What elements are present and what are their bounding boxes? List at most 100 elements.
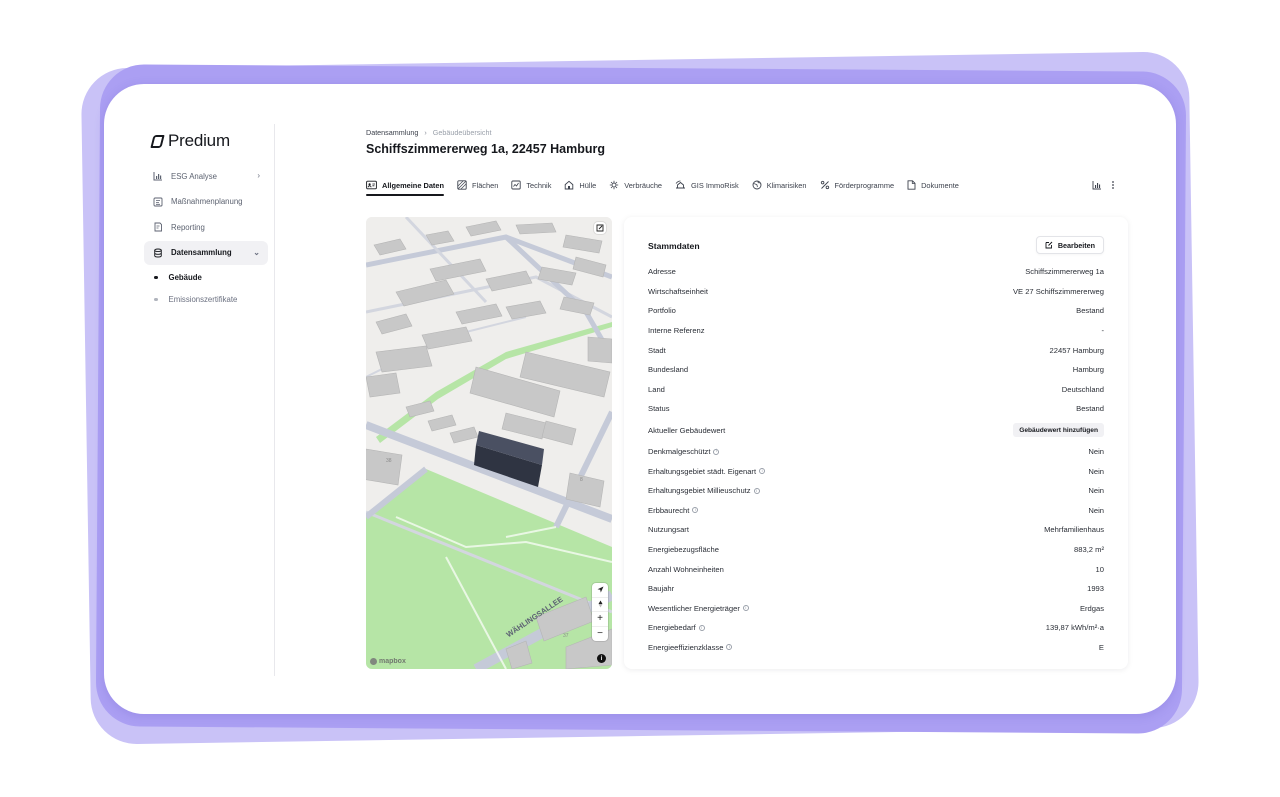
id-card-icon bbox=[366, 180, 377, 190]
info-icon[interactable]: i bbox=[753, 487, 760, 494]
app-window: Predium ESG Analyse › Maßnahmenplanung R… bbox=[104, 84, 1176, 714]
info-icon[interactable]: i bbox=[726, 644, 733, 651]
edit-button-label: Bearbeiten bbox=[1057, 240, 1095, 250]
breadcrumb-parent[interactable]: Datensammlung bbox=[366, 128, 418, 137]
chart-icon[interactable] bbox=[1092, 180, 1102, 190]
zoom-out-button[interactable]: − bbox=[592, 627, 608, 642]
field-value: Erdgas bbox=[1079, 603, 1104, 613]
more-vertical-icon[interactable] bbox=[1111, 180, 1115, 190]
tab-dokumente[interactable]: Dokumente bbox=[907, 176, 959, 194]
field-row-denkmalgeschuetzt: Denkmalgeschützt i Nein bbox=[648, 442, 1104, 462]
field-row-baujahr: Baujahr 1993 bbox=[648, 579, 1104, 599]
tab-label: Flächen bbox=[472, 180, 499, 190]
tab-label: Technik bbox=[526, 180, 552, 190]
field-label: Baujahr bbox=[648, 584, 675, 594]
map-info-button[interactable]: i bbox=[597, 654, 606, 663]
field-value: Nein bbox=[1088, 447, 1104, 457]
field-row-anzahl-wohneinheiten: Anzahl Wohneinheiten 10 bbox=[648, 559, 1104, 579]
tab-flaechen[interactable]: Flächen bbox=[457, 176, 498, 194]
screenshot-stage: Predium ESG Analyse › Maßnahmenplanung R… bbox=[0, 0, 1280, 797]
tab-label: Förderprogramme bbox=[834, 180, 895, 190]
field-value: Nein bbox=[1088, 486, 1104, 496]
field-label: Anzahl Wohneinheiten bbox=[648, 564, 724, 574]
edit-icon bbox=[1045, 241, 1053, 249]
mapbox-logo-icon bbox=[370, 658, 377, 665]
sidebar-item-esg-analyse[interactable]: ESG Analyse › bbox=[144, 164, 268, 188]
map-canvas: WÄHLINGSALLEE 37 8 38 bbox=[366, 217, 612, 669]
tab-label: Klimarisiken bbox=[766, 180, 807, 190]
document-icon bbox=[907, 180, 916, 190]
field-label: Wesentlicher Energieträger i bbox=[648, 604, 749, 613]
app-logo[interactable]: Predium bbox=[150, 131, 230, 151]
info-icon[interactable]: i bbox=[759, 468, 766, 475]
edit-button[interactable]: Bearbeiten bbox=[1035, 236, 1104, 254]
field-label: Adresse bbox=[648, 267, 676, 277]
sidebar-nav: ESG Analyse › Maßnahmenplanung Reporting bbox=[144, 164, 268, 310]
zoom-in-button[interactable]: + bbox=[592, 612, 608, 627]
field-label: Energieeffizienzklasse i bbox=[648, 642, 733, 652]
field-row-energiebezugsflaeche: Energiebezugsfläche 883,2 m² bbox=[648, 540, 1104, 560]
mapbox-label: mapbox bbox=[379, 658, 406, 665]
info-icon[interactable]: i bbox=[742, 605, 749, 612]
mapbox-attribution[interactable]: mapbox bbox=[370, 658, 406, 665]
field-label: Denkmalgeschützt i bbox=[648, 447, 720, 456]
stammdaten-panel: Stammdaten Bearbeiten Adresse Schiffszimm… bbox=[624, 217, 1128, 669]
field-label: Erhaltungsgebiet Millieuschutz i bbox=[648, 486, 760, 495]
tab-technik[interactable]: Technik bbox=[511, 176, 551, 194]
tab-foerderprogramme[interactable]: Förderprogramme bbox=[820, 176, 895, 194]
field-label: Energiebedarf i bbox=[648, 623, 705, 632]
sidebar-item-reporting[interactable]: Reporting bbox=[144, 215, 268, 239]
field-value: E bbox=[1098, 642, 1104, 652]
field-value: Deutschland bbox=[1061, 384, 1104, 394]
add-building-value-button[interactable]: Gebäudewert hinzufügen bbox=[1013, 423, 1104, 438]
field-value: Bestand bbox=[1076, 404, 1104, 414]
predium-logo-icon bbox=[150, 134, 165, 148]
field-value: 10 bbox=[1095, 564, 1104, 574]
percent-icon bbox=[820, 180, 829, 190]
sidebar-subitem-emissionszertifikate[interactable]: Emissionszertifikate bbox=[144, 288, 268, 310]
expand-map-icon[interactable] bbox=[594, 222, 606, 234]
field-value: Hamburg bbox=[1072, 365, 1104, 375]
house-number: 38 bbox=[386, 458, 392, 464]
info-icon[interactable]: i bbox=[713, 448, 720, 455]
sidebar-divider bbox=[274, 124, 275, 676]
sidebar-item-label: Datensammlung bbox=[171, 248, 232, 258]
tech-icon bbox=[511, 180, 521, 190]
field-label: Status bbox=[648, 404, 670, 414]
tab-allgemeine-daten[interactable]: Allgemeine Daten bbox=[366, 176, 445, 196]
gis-icon bbox=[675, 180, 686, 189]
sidebar-item-massnahmenplanung[interactable]: Maßnahmenplanung bbox=[144, 190, 268, 214]
sidebar-subitem-label: Gebäude bbox=[168, 272, 202, 282]
tab-klimarisiken[interactable]: Klimarisiken bbox=[752, 176, 807, 194]
building-map[interactable]: WÄHLINGSALLEE 37 8 38 + − mapbox i bbox=[366, 217, 612, 669]
sidebar-subitem-gebaeude[interactable]: Gebäude bbox=[144, 266, 268, 288]
info-icon[interactable]: i bbox=[698, 624, 705, 631]
field-row-wirtschaftseinheit: Wirtschaftseinheit VE 27 Schiffszimmererw… bbox=[648, 282, 1104, 302]
tab-gis-immorisk[interactable]: GIS ImmoRisk bbox=[675, 176, 739, 194]
globe-icon bbox=[752, 180, 762, 190]
tab-label: Dokumente bbox=[921, 180, 959, 190]
house-icon bbox=[565, 180, 574, 190]
field-row-portfolio: Portfolio Bestand bbox=[648, 301, 1104, 321]
bullet-icon bbox=[154, 297, 158, 302]
database-icon bbox=[152, 247, 163, 258]
field-label: Land bbox=[648, 384, 665, 394]
chevron-down-icon: ⌄ bbox=[253, 247, 260, 257]
sidebar-item-label: Reporting bbox=[171, 222, 205, 232]
field-row-interne-referenz: Interne Referenz - bbox=[648, 321, 1104, 341]
house-number: 37 bbox=[563, 633, 569, 639]
field-value: - bbox=[1101, 326, 1104, 336]
locate-icon[interactable] bbox=[592, 583, 608, 598]
tab-huelle[interactable]: Hülle bbox=[564, 176, 596, 194]
tab-actions bbox=[1092, 180, 1115, 190]
compass-icon[interactable] bbox=[592, 598, 608, 612]
field-label: Wirtschaftseinheit bbox=[648, 286, 708, 296]
sidebar-item-datensammlung[interactable]: Datensammlung ⌄ bbox=[144, 240, 268, 265]
tab-verbraeuche[interactable]: Verbräuche bbox=[609, 176, 662, 194]
field-label-text: Erhaltungsgebiet städt. Eigenart bbox=[648, 466, 757, 476]
tab-label: Verbräuche bbox=[624, 180, 663, 190]
field-row-stadt: Stadt 22457 Hamburg bbox=[648, 340, 1104, 360]
field-label: Aktueller Gebäudewert bbox=[648, 425, 726, 435]
field-label-text: Energieeffizienzklasse bbox=[648, 642, 724, 652]
info-icon[interactable]: i bbox=[692, 507, 699, 514]
